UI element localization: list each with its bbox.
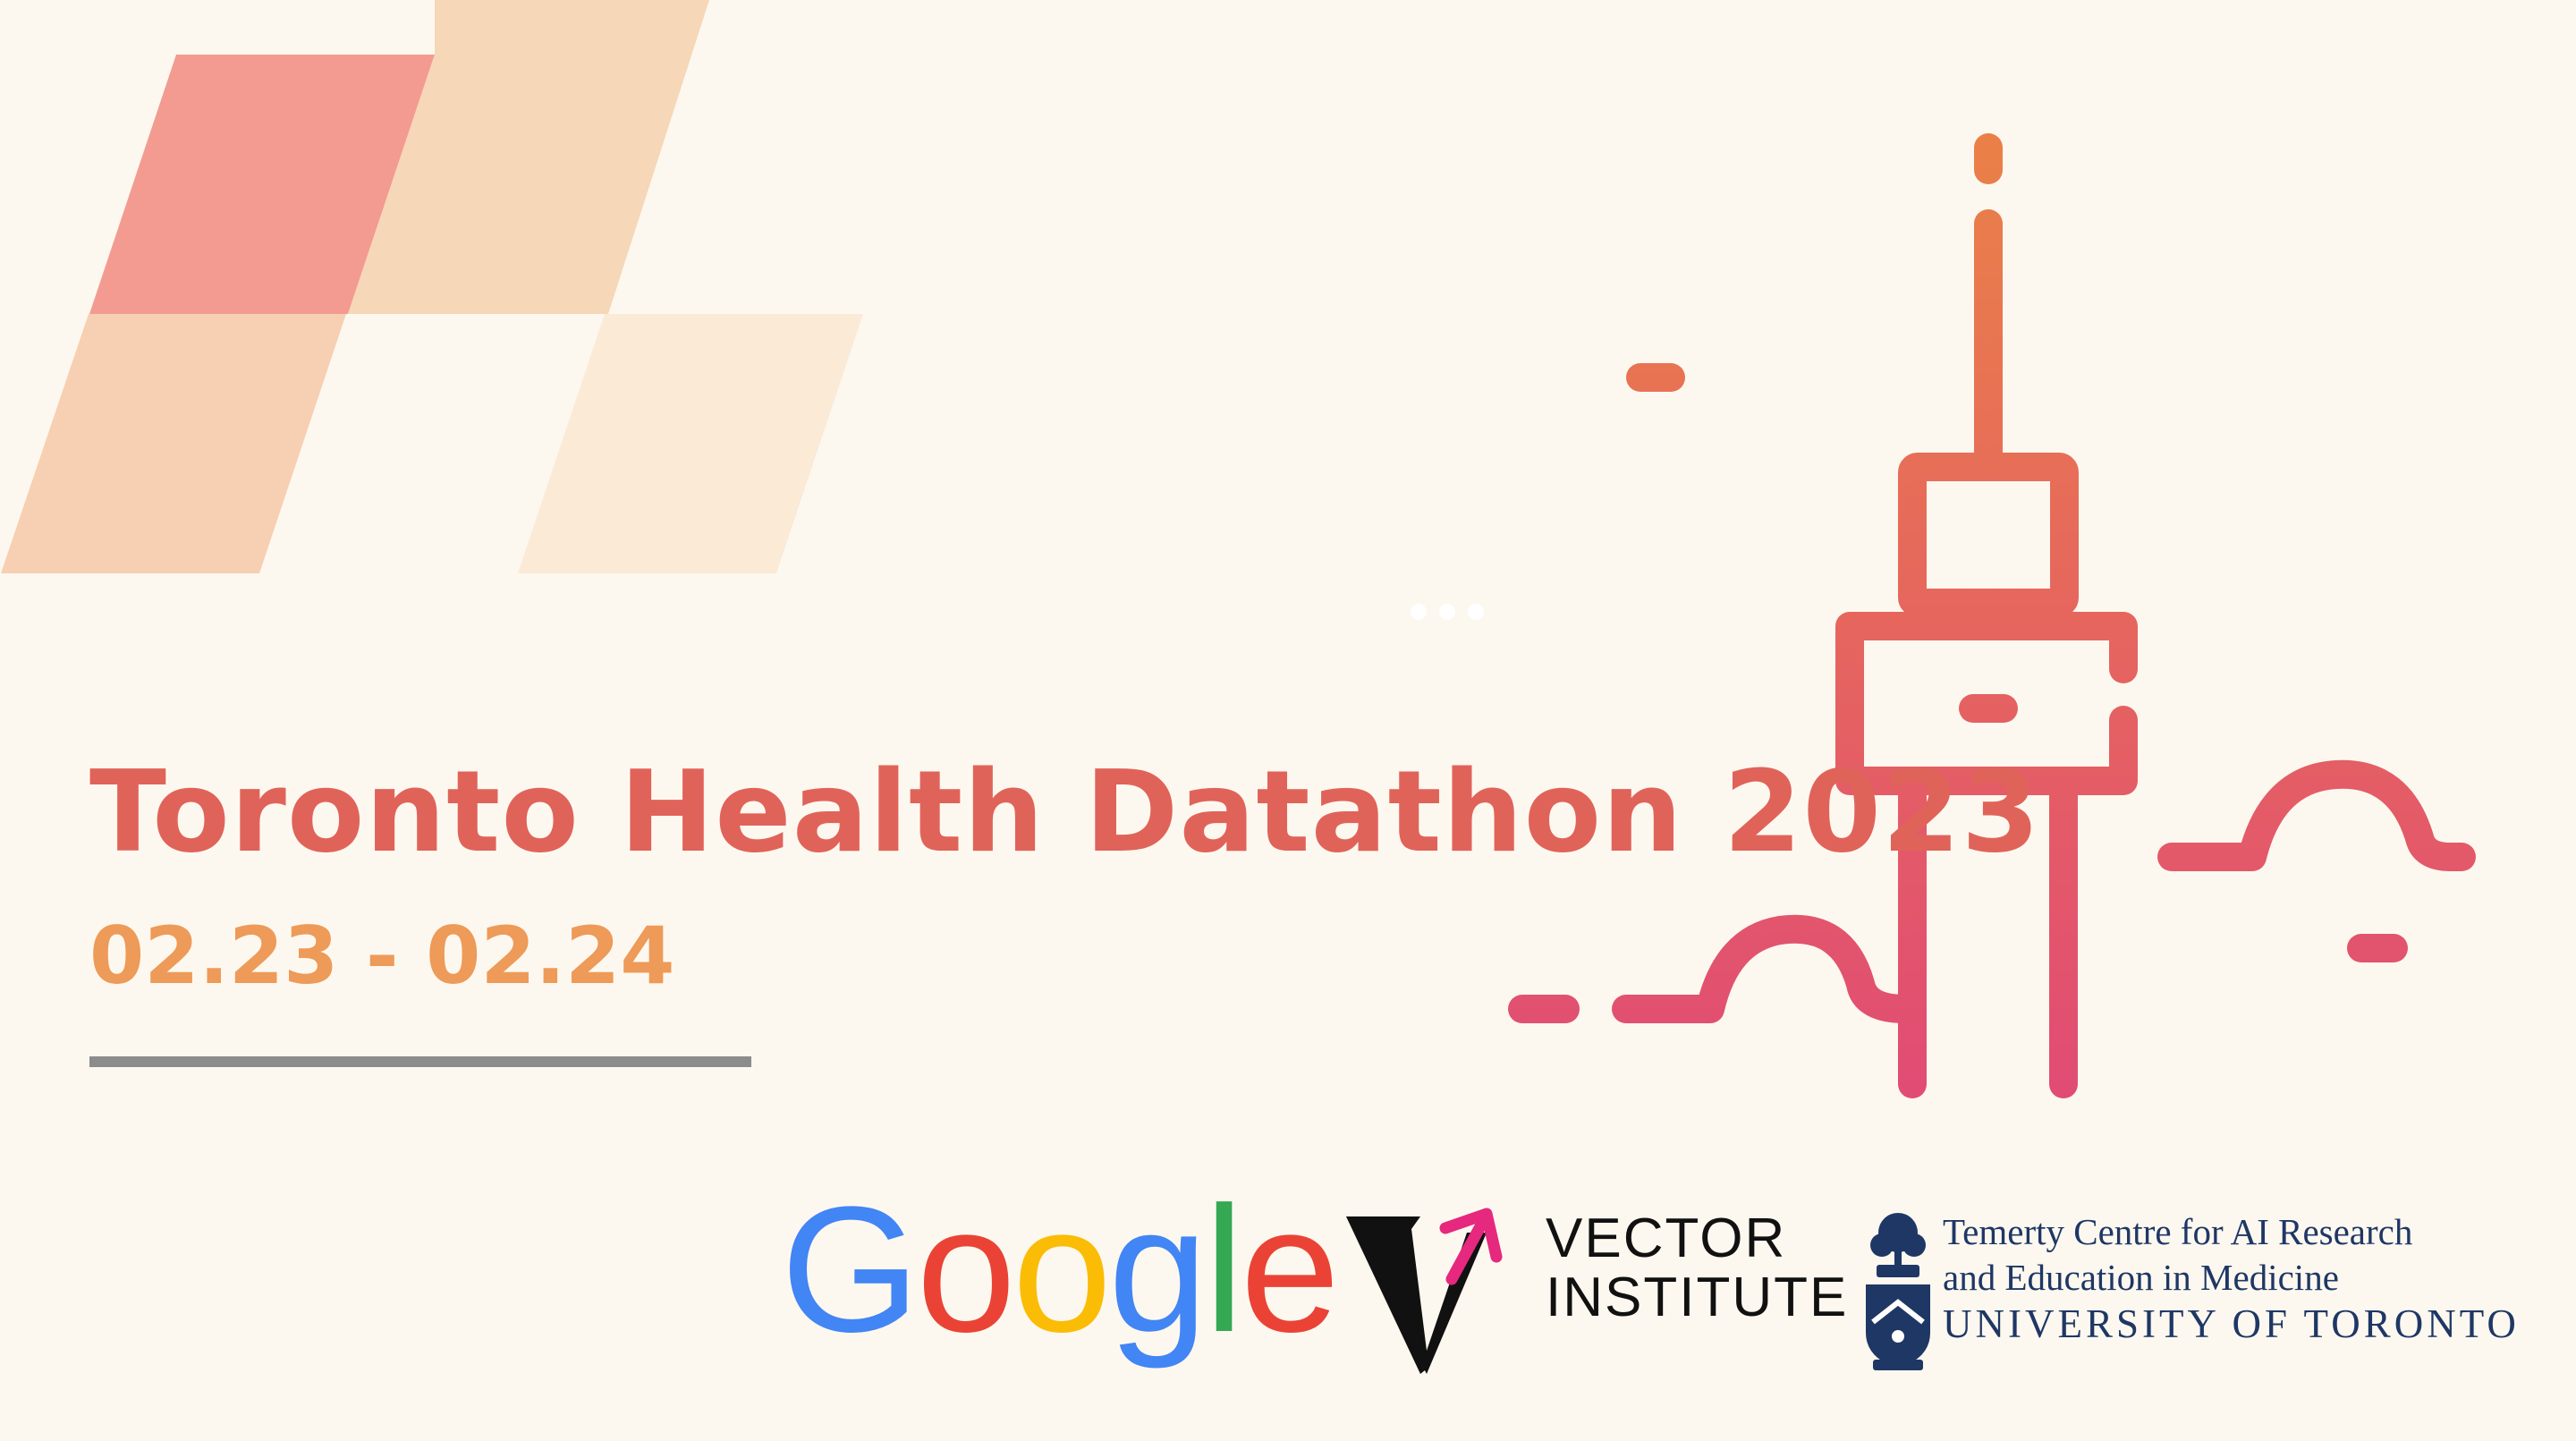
slide: Toronto Health Datathon 2023 02.23 - 02.… <box>0 0 2576 1441</box>
crest-shield <box>1866 1284 1930 1369</box>
uoft-line-2: and Education in Medicine <box>1943 1257 2339 1298</box>
uoft-line-3: UNIVERSITY OF TORONTO <box>1943 1301 2520 1346</box>
crest-tree <box>1902 1233 1926 1257</box>
crest-detail <box>1892 1330 1904 1343</box>
crest-scroll <box>1873 1360 1923 1370</box>
crest-crown <box>1877 1265 1919 1277</box>
crest-tree <box>1870 1233 1894 1257</box>
uoft-line-1: Temerty Centre for AI Research <box>1943 1211 2413 1252</box>
crest-trunk <box>1894 1245 1902 1265</box>
